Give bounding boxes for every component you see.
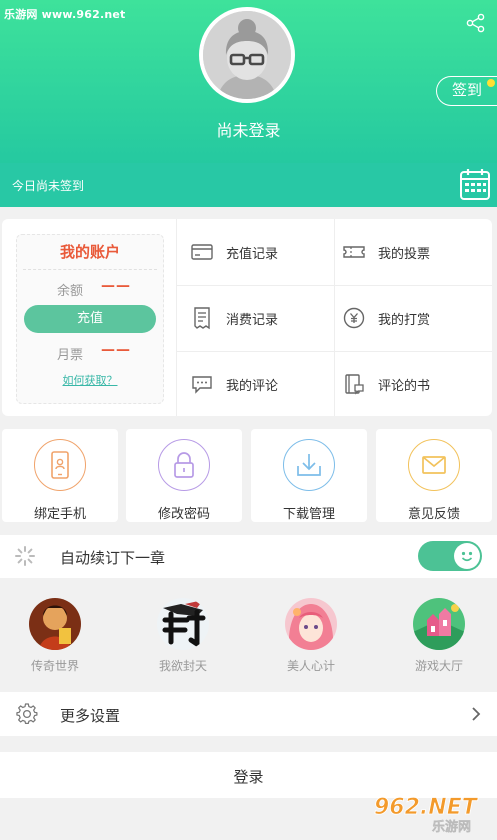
tile-label: 修改密码 <box>157 507 210 522</box>
grid-item-label: 评论的书 <box>378 378 431 394</box>
card-icon <box>191 244 213 260</box>
mail-icon <box>422 456 446 474</box>
avatar[interactable] <box>199 7 295 103</box>
game-icon-beauty-scheme <box>285 598 337 650</box>
auto-subscribe-row: 自动续订下一章 <box>0 535 497 578</box>
chevron-right-icon <box>472 707 481 721</box>
grid-item-label: 充值记录 <box>226 246 279 262</box>
account-title: 我的账户 <box>59 243 120 261</box>
game-icon-legend-world <box>29 598 81 650</box>
game-item[interactable]: 我欲封天 <box>133 598 233 674</box>
loading-spinner-icon <box>15 546 35 566</box>
recommended-games: 传奇世界 我欲封天 美人心计 游戏大厅 <box>0 578 497 692</box>
svg-text:乐游网: 乐游网 <box>432 819 471 834</box>
tile-label: 意见反馈 <box>407 507 460 522</box>
grid-item-label: 我的投票 <box>378 246 431 262</box>
default-avatar-icon <box>203 11 291 99</box>
download-icon <box>297 454 321 476</box>
login-label: 登录 <box>233 768 264 786</box>
book-icon <box>345 374 364 395</box>
tile-label: 下载管理 <box>282 507 335 522</box>
auto-subscribe-toggle[interactable] <box>418 541 482 571</box>
divider <box>334 219 335 416</box>
game-label: 我欲封天 <box>158 659 207 673</box>
grid-item-recharge-records[interactable]: 充值记录 <box>190 219 278 285</box>
how-to-get-link[interactable]: 如何获取？ <box>17 372 163 388</box>
coin-icon <box>343 307 365 329</box>
smiley-icon <box>461 551 473 562</box>
grid-item-spending-records[interactable]: 消费记录 <box>190 285 278 351</box>
share-icon[interactable] <box>465 12 487 34</box>
balance-label: 余额 <box>57 284 84 299</box>
grid-item-label: 我的评论 <box>226 378 279 394</box>
comment-icon <box>192 376 212 394</box>
balance-value: —— <box>101 278 131 294</box>
toggle-knob <box>454 543 480 569</box>
game-label: 传奇世界 <box>30 659 79 673</box>
tile-download-manager[interactable]: 下载管理 <box>251 429 367 522</box>
ticket-icon <box>343 246 365 258</box>
auto-subscribe-label: 自动续订下一章 <box>60 549 166 567</box>
receipt-icon <box>194 307 210 330</box>
sign-status-text: 今日尚未签到 <box>12 179 85 193</box>
recharge-button[interactable]: 充值 <box>24 305 156 333</box>
grid-item-label: 消费记录 <box>226 312 279 328</box>
svg-text:962.NET: 962.NET <box>374 795 479 820</box>
divider <box>23 269 157 270</box>
grid-item-my-comments[interactable]: 我的评论 <box>190 351 278 417</box>
game-icon-seal-heaven <box>157 598 209 650</box>
login-status-text[interactable]: 尚未登录 <box>0 117 497 141</box>
site-logo-watermark: 962.NET 乐游网 <box>374 795 480 834</box>
tile-change-password[interactable]: 修改密码 <box>126 429 242 522</box>
divider <box>176 219 177 416</box>
game-label: 美人心计 <box>286 659 335 673</box>
account-card: 我的账户 余额 —— 充值 月票 —— 如何获取？ 充值记录 我的投票 消费记录… <box>2 219 492 416</box>
gear-icon <box>16 703 38 725</box>
grid-item-label: 我的打赏 <box>378 312 431 328</box>
calendar-icon[interactable] <box>459 167 491 201</box>
monthly-ticket-value: —— <box>101 342 131 358</box>
phone-icon <box>51 451 69 479</box>
notification-dot <box>487 79 495 87</box>
game-label: 游戏大厅 <box>414 659 463 673</box>
tile-bind-phone[interactable]: 绑定手机 <box>2 429 118 522</box>
more-settings-row[interactable]: 更多设置 <box>0 692 497 736</box>
my-account-panel: 我的账户 余额 —— 充值 月票 —— 如何获取？ <box>16 234 164 404</box>
tile-feedback[interactable]: 意见反馈 <box>376 429 492 522</box>
grid-item-my-votes[interactable]: 我的投票 <box>342 219 430 285</box>
tile-label: 绑定手机 <box>33 507 86 522</box>
game-item[interactable]: 传奇世界 <box>5 598 105 674</box>
sign-status-bar: 今日尚未签到 <box>0 163 497 207</box>
profile-header: 乐游网 www.962.net 尚未登录 <box>0 0 497 163</box>
grid-item-my-rewards[interactable]: 我的打赏 <box>342 285 430 351</box>
grid-item-commented-books[interactable]: 评论的书 <box>342 351 430 417</box>
game-item[interactable]: 美人心计 <box>261 598 361 674</box>
lock-icon <box>174 452 194 478</box>
game-item[interactable]: 游戏大厅 <box>389 598 489 674</box>
more-settings-label: 更多设置 <box>60 707 121 725</box>
game-icon-game-hall <box>413 598 465 650</box>
monthly-ticket-label: 月票 <box>57 348 84 363</box>
site-watermark: 乐游网 www.962.net <box>4 8 126 21</box>
